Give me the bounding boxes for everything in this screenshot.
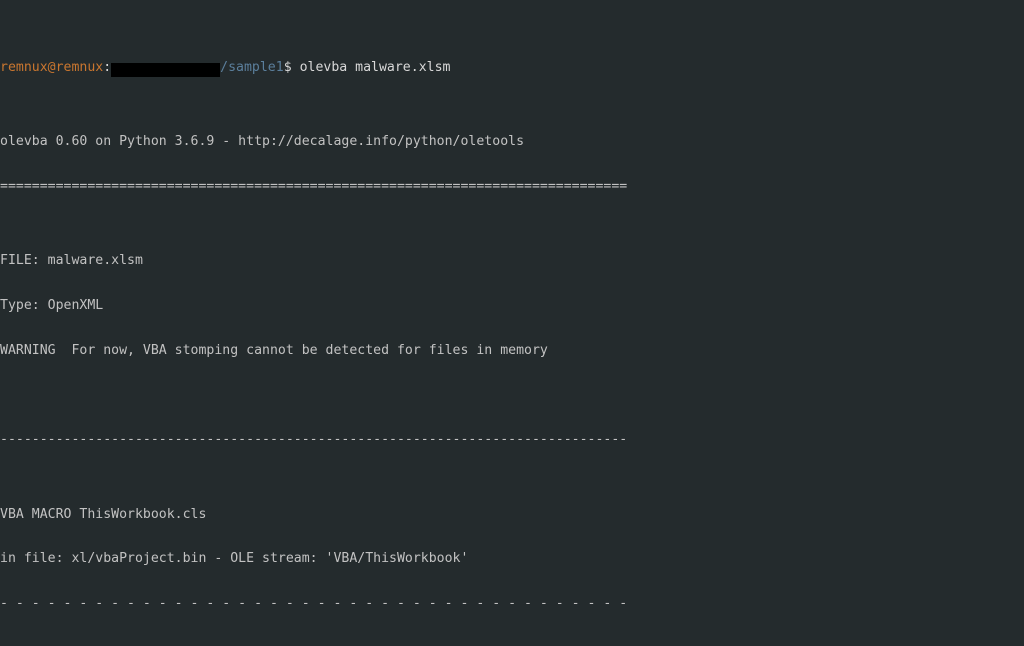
prompt-path: /sample1 [220, 59, 284, 75]
macro-title-1: VBA MACRO ThisWorkbook.cls [0, 506, 207, 522]
separator-solid-1: ----------------------------------------… [0, 432, 628, 448]
warning-line: WARNING For now, VBA stomping cannot be … [0, 342, 548, 358]
olevba-version-line: olevba 0.60 on Python 3.6.9 - http://dec… [0, 134, 525, 150]
terminal-screen: remnux@remnux: /sample1$ olevba malware.x… [0, 1, 1024, 646]
macro-infile-1: in file: xl/vbaProject.bin - OLE stream:… [0, 551, 469, 567]
type-line: Type: OpenXML [0, 298, 104, 314]
terminal-window[interactable]: remnux@remnux: /sample1$ olevba malware.x… [0, 0, 1024, 646]
redacted-path-block [111, 62, 221, 77]
rule-equals-top: ========================================… [0, 178, 628, 194]
prompt-user-host: remnux@remnux [0, 59, 104, 75]
file-line: FILE: malware.xlsm [0, 253, 143, 269]
prompt-line: remnux@remnux: /sample1$ olevba malware.x… [0, 59, 1024, 77]
prompt-sigil: $ [283, 59, 292, 75]
separator-dotted-1: - - - - - - - - - - - - - - - - - - - - … [0, 596, 628, 612]
prompt-command: olevba malware.xlsm [291, 59, 451, 75]
prompt-colon: : [103, 59, 112, 75]
